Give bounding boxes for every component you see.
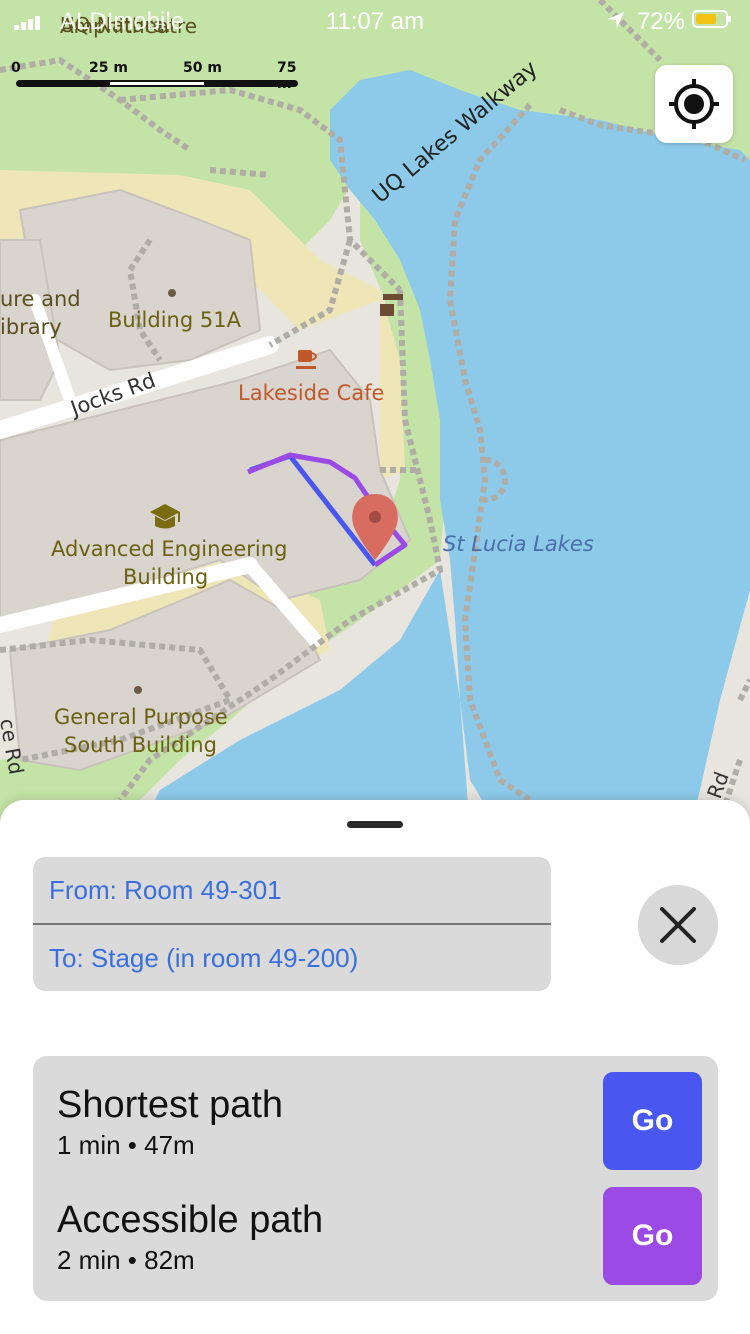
- from-field[interactable]: From: Room 49-301: [49, 875, 282, 906]
- option-distance: 47m: [144, 1130, 195, 1160]
- label-lakeside-cafe: Lakeside Cafe: [238, 381, 384, 405]
- label-aeb-1: Advanced Engineering: [51, 537, 287, 561]
- scale-label-0: 0: [11, 60, 21, 76]
- directions-sheet: From: Room 49-301 To: Stage (in room 49-…: [0, 800, 750, 1334]
- label-st-lucia-lakes: St Lucia Lakes: [443, 532, 594, 556]
- label-gps-2: South Building: [64, 733, 217, 757]
- close-directions-button[interactable]: [638, 885, 718, 965]
- go-accessible-button[interactable]: Go: [603, 1187, 702, 1285]
- option-title: Shortest path: [57, 1084, 284, 1126]
- locate-me-button[interactable]: [655, 65, 733, 143]
- battery-level: [696, 14, 717, 24]
- close-icon: [660, 907, 696, 943]
- option-meta: 1 min • 47m: [57, 1130, 195, 1160]
- cafe-icon[interactable]: [296, 350, 317, 369]
- location-services-icon: [608, 12, 624, 28]
- status-bar: ALDImobile 11:07 am 72%: [0, 0, 750, 40]
- label-gps-1: General Purpose: [54, 705, 228, 729]
- battery-percent: 72%: [636, 8, 685, 35]
- label-library-2: ibrary: [0, 315, 62, 339]
- scale-label-75: 75 m: [277, 60, 297, 92]
- scale-label-25: 25 m: [89, 60, 128, 76]
- label-library-1: ure and: [0, 287, 81, 311]
- poi-dot: [134, 686, 142, 694]
- option-time: 2 min: [57, 1245, 121, 1275]
- scale-segment: [110, 82, 204, 85]
- route-divider: [33, 923, 551, 925]
- option-meta: 2 min • 82m: [57, 1245, 195, 1275]
- to-field[interactable]: To: Stage (in room 49-200): [49, 943, 358, 974]
- scale-label-50: 50 m: [183, 60, 222, 76]
- battery-icon: [692, 10, 731, 28]
- poi-dot: [168, 289, 176, 297]
- option-distance: 82m: [144, 1245, 195, 1275]
- go-shortest-button[interactable]: Go: [603, 1072, 702, 1170]
- map-scale-bar: 0 25 m 50 m 75 m: [11, 60, 298, 92]
- route-fields: From: Room 49-301 To: Stage (in room 49-…: [33, 857, 551, 991]
- sheet-drag-handle[interactable]: [347, 821, 403, 828]
- label-building-51a: Building 51A: [108, 308, 242, 332]
- option-time: 1 min: [57, 1130, 121, 1160]
- crosshair-icon: [669, 79, 719, 129]
- option-title: Accessible path: [57, 1199, 324, 1241]
- path-options: Shortest path 1 min • 47m Go Accessible …: [33, 1056, 718, 1301]
- label-aeb-2: Building: [123, 565, 208, 589]
- map-view[interactable]: UQ Natural Amphitheatre UQ Lakes Walkway…: [0, 0, 750, 830]
